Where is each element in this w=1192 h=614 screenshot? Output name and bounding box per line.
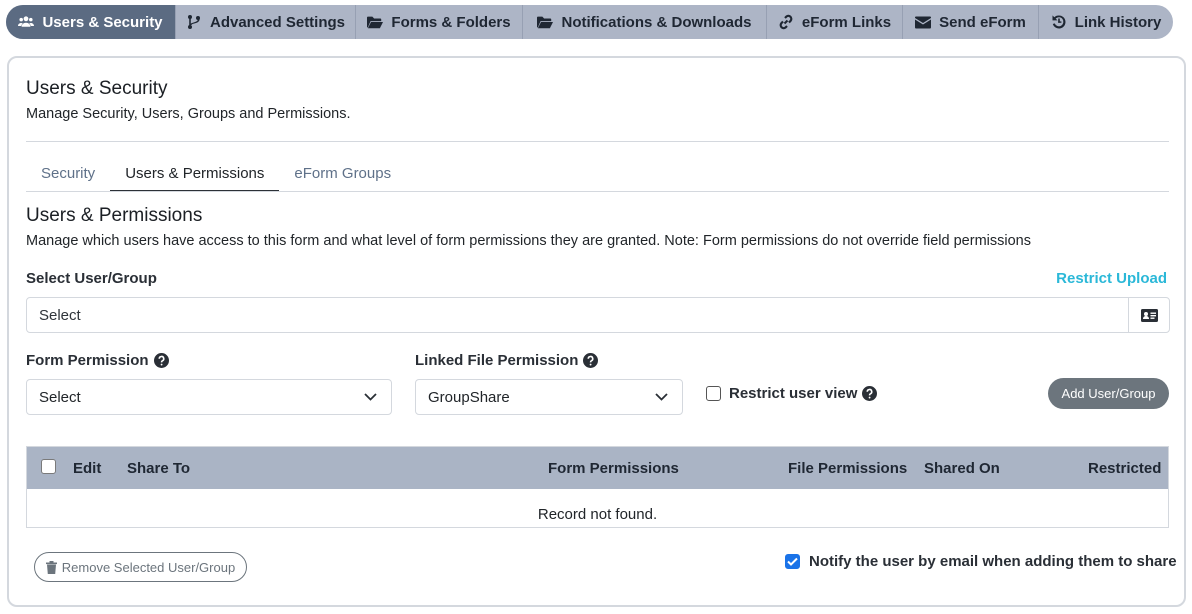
tab-link-history[interactable]: Link History — [1039, 5, 1173, 39]
table-header: Edit Share To Form Permissions File Perm… — [27, 447, 1168, 489]
tab-label: Users & Security — [42, 13, 163, 31]
tab-label: Send eForm — [939, 13, 1026, 31]
tab-label: Advanced Settings — [209, 13, 346, 31]
column-header-shared-on[interactable]: Shared On — [924, 460, 1000, 477]
user-group-select[interactable]: Select — [26, 297, 1170, 333]
section-description: Manage which users have access to this f… — [26, 233, 1031, 249]
empty-message: Record not found. — [537, 505, 658, 523]
form-permission-value: Select — [39, 388, 81, 406]
address-card-button[interactable] — [1128, 298, 1169, 332]
subtab-security[interactable]: Security — [26, 159, 110, 192]
trash-icon — [45, 560, 57, 574]
users-icon — [18, 16, 35, 27]
link-icon — [779, 14, 793, 30]
table-empty-row: Record not found. — [27, 489, 1168, 527]
add-user-group-button[interactable]: Add User/Group — [1048, 378, 1169, 409]
column-header-share-to[interactable]: Share To — [127, 460, 190, 477]
section-title: Users & Permissions — [26, 205, 203, 226]
tab-eform-links[interactable]: eForm Links — [767, 5, 903, 39]
column-header-file-permissions[interactable]: File Permissions — [788, 460, 907, 477]
remove-selected-label: Remove Selected User/Group — [61, 559, 236, 575]
tab-forms-folders[interactable]: Forms & Folders — [356, 5, 523, 39]
permissions-table: Edit Share To Form Permissions File Perm… — [26, 446, 1169, 528]
page-title: Users & Security — [26, 78, 168, 99]
checkmark-icon — [787, 557, 798, 566]
question-circle-icon[interactable] — [153, 353, 169, 368]
branch-icon — [187, 15, 200, 29]
tab-label: Link History — [1074, 13, 1162, 31]
sub-tabs: Security Users & Permissions eForm Group… — [26, 159, 406, 192]
column-header-form-permissions[interactable]: Form Permissions — [548, 460, 679, 477]
subtabs-divider — [26, 191, 1169, 192]
subtab-users-permissions[interactable]: Users & Permissions — [110, 159, 280, 192]
form-permission-select[interactable]: Select — [26, 379, 392, 415]
user-group-placeholder: Select — [39, 306, 81, 324]
form-permission-label-row: Form Permission — [26, 352, 169, 369]
users-security-card: Users & Security Manage Security, Users,… — [7, 56, 1186, 607]
select-user-group-label: Select User/Group — [26, 270, 157, 287]
question-circle-icon[interactable] — [583, 353, 599, 368]
linked-file-permission-select[interactable]: GroupShare — [415, 379, 683, 415]
remove-selected-button[interactable]: Remove Selected User/Group — [34, 552, 247, 582]
linked-file-permission-label: Linked File Permission — [415, 352, 579, 369]
tab-label: Forms & Folders — [391, 13, 511, 31]
notify-user-label: Notify the user by email when adding the… — [809, 553, 1177, 570]
column-header-restricted[interactable]: Restricted — [1088, 460, 1161, 477]
tab-label: Notifications & Downloads — [561, 13, 752, 31]
notify-user-checkbox[interactable] — [785, 554, 800, 569]
tab-label: eForm Links — [801, 13, 892, 31]
tab-send-eform[interactable]: Send eForm — [903, 5, 1039, 39]
address-card-icon — [1140, 308, 1158, 322]
tab-notifications-downloads[interactable]: Notifications & Downloads — [523, 5, 767, 39]
question-circle-icon[interactable] — [862, 386, 878, 401]
linked-file-permission-label-row: Linked File Permission — [415, 352, 599, 369]
tab-advanced-settings[interactable]: Advanced Settings — [176, 5, 356, 39]
folder-open-icon — [537, 16, 554, 29]
chevron-down-icon — [655, 393, 668, 401]
notify-user-row: Notify the user by email when adding the… — [785, 553, 1177, 570]
column-header-edit[interactable]: Edit — [73, 460, 101, 477]
folder-open-icon — [367, 16, 384, 29]
linked-file-permission-value: GroupShare — [428, 388, 510, 406]
tab-users-security[interactable]: Users & Security — [6, 5, 176, 39]
restrict-user-view-checkbox[interactable] — [706, 386, 721, 401]
form-permission-label: Form Permission — [26, 352, 149, 369]
subtab-eform-groups[interactable]: eForm Groups — [279, 159, 406, 192]
restrict-user-view-row: Restrict user view — [706, 385, 878, 402]
history-icon — [1052, 15, 1066, 29]
envelope-icon — [915, 16, 932, 29]
restrict-user-view-label: Restrict user view — [729, 385, 858, 402]
page-subtitle: Manage Security, Users, Groups and Permi… — [26, 106, 351, 122]
restrict-upload-link[interactable]: Restrict Upload — [1056, 270, 1167, 287]
select-all-checkbox[interactable] — [41, 459, 56, 474]
divider — [26, 141, 1169, 142]
chevron-down-icon — [364, 393, 377, 401]
top-tab-bar: Users & Security Advanced Settings Forms… — [6, 5, 1173, 39]
